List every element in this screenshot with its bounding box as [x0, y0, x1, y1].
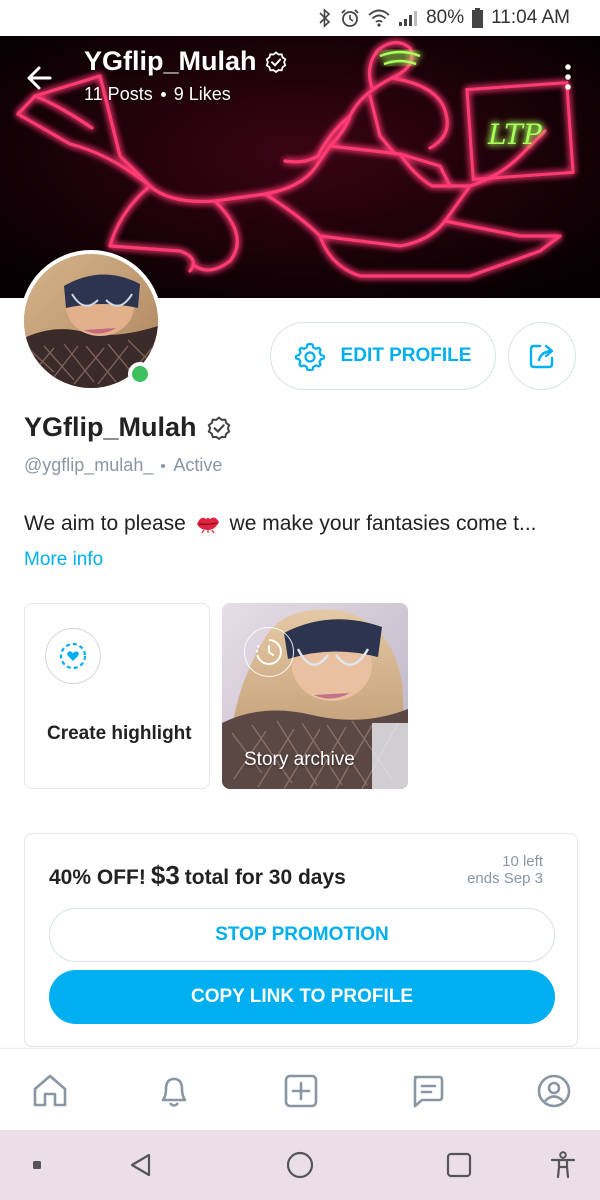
promotion-remaining: 10 left	[502, 853, 543, 870]
nav-dot-button[interactable]	[20, 1148, 54, 1182]
bell-icon	[161, 1077, 187, 1107]
more-info-link[interactable]: More info	[24, 549, 103, 571]
back-triangle-icon	[130, 1153, 151, 1177]
story-archive-card[interactable]: Story archive	[222, 603, 408, 789]
bio-text-start: We aim to please	[24, 512, 186, 535]
online-status-dot	[128, 362, 152, 386]
promotion-duration: total for 30 days	[184, 866, 346, 889]
handle-line: @ygflip_mulah_ Active	[24, 455, 222, 476]
activity-status: Active	[173, 455, 223, 475]
nav-new-post-button[interactable]	[281, 1071, 321, 1111]
share-profile-button[interactable]	[508, 322, 576, 390]
alarm-icon	[340, 8, 360, 28]
back-arrow-icon	[27, 66, 52, 90]
home-circle-icon	[286, 1151, 314, 1179]
system-recents-button[interactable]	[442, 1148, 476, 1182]
promotion-card: 40% OFF! $3 total for 30 days 10 left en…	[24, 833, 578, 1047]
back-button[interactable]	[24, 62, 56, 94]
cover-title: YGflip_Mulah	[84, 46, 287, 77]
separator-dot	[160, 92, 166, 97]
copy-link-button[interactable]: COPY LINK TO PROFILE	[49, 970, 555, 1024]
promotion-discount: 40% OFF!	[49, 866, 146, 889]
profile-name-text: YGflip_Mulah	[24, 412, 197, 442]
stop-promotion-button[interactable]: STOP PROMOTION	[49, 908, 555, 962]
nav-home-button[interactable]	[30, 1071, 70, 1111]
accessibility-icon	[550, 1151, 576, 1179]
kiss-lips-icon	[196, 517, 219, 534]
promotion-price: $3	[150, 860, 180, 890]
separator-dot	[161, 463, 166, 468]
likes-count: 9 Likes	[173, 84, 231, 104]
status-bar: 80% 11:04 AM	[0, 0, 600, 36]
bio-text-end: we make your fantasies come t...	[229, 512, 537, 535]
kebab-menu-icon	[565, 64, 571, 90]
clock: 11:04 AM	[491, 7, 570, 28]
create-highlight-card[interactable]: Create highlight	[24, 603, 210, 789]
bluetooth-icon	[318, 8, 332, 28]
share-icon	[529, 344, 554, 369]
plus-square-icon	[284, 1074, 318, 1108]
chat-icon	[413, 1075, 444, 1108]
highlight-heart-icon	[45, 628, 101, 684]
cover-stats: 11 Posts 9 Likes	[84, 84, 231, 105]
system-back-button[interactable]	[124, 1148, 158, 1182]
verified-badge-icon	[207, 415, 230, 440]
verified-badge-icon	[265, 50, 286, 73]
wifi-icon	[368, 9, 390, 27]
profile-icon	[537, 1074, 571, 1108]
recents-square-icon	[446, 1152, 472, 1178]
promotion-meta: 10 left ends Sep 3	[467, 853, 543, 887]
profile-bio: We aim to please we make your fantasies …	[24, 512, 580, 536]
profile-name: YGflip_Mulah	[24, 412, 231, 443]
edit-profile-button[interactable]: EDIT PROFILE	[270, 322, 496, 390]
gear-icon	[294, 342, 325, 371]
battery-percent: 80%	[426, 7, 465, 28]
cover-username: YGflip_Mulah	[84, 46, 257, 76]
promotion-title: 40% OFF! $3 total for 30 days	[49, 860, 346, 891]
promotion-end-date: ends Sep 3	[467, 870, 543, 887]
bottom-navigation	[0, 1048, 600, 1130]
system-home-button[interactable]	[283, 1148, 317, 1182]
signal-icon	[398, 9, 418, 27]
nav-messages-button[interactable]	[407, 1071, 447, 1111]
story-archive-clock-icon	[244, 627, 294, 677]
more-options-button[interactable]	[560, 62, 576, 92]
edit-profile-label: EDIT PROFILE	[340, 345, 472, 366]
story-archive-label: Story archive	[244, 749, 355, 770]
system-navigation-bar	[0, 1130, 600, 1200]
profile-handle: @ygflip_mulah_	[24, 455, 154, 475]
create-highlight-label: Create highlight	[47, 723, 192, 744]
nav-notifications-button[interactable]	[154, 1071, 194, 1111]
posts-count: 11 Posts	[84, 84, 153, 104]
accessibility-button[interactable]	[546, 1148, 580, 1182]
battery-icon	[472, 8, 484, 28]
dot-icon	[33, 1161, 41, 1169]
nav-profile-button[interactable]	[534, 1071, 574, 1111]
home-icon	[33, 1074, 67, 1107]
neon-ltp-text: LTP	[487, 118, 543, 151]
